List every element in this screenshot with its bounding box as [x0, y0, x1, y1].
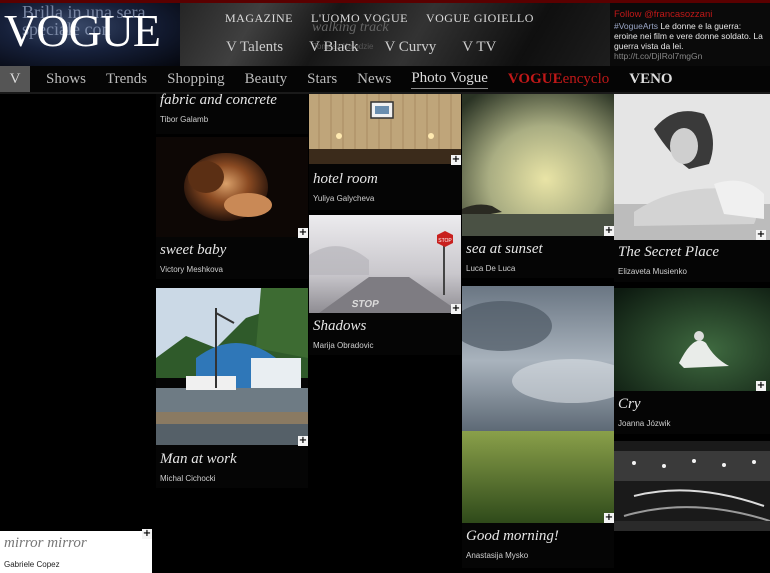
- photo-image-shadows[interactable]: STOP STOP: [309, 215, 461, 313]
- site-header: Brilla in una sera speciale con VOGUE wa…: [0, 0, 770, 94]
- sub-nav-v-tv[interactable]: V TV: [462, 39, 496, 56]
- twitter-link[interactable]: http://t.co/DjIRol7mgGn: [614, 51, 766, 61]
- photo-author[interactable]: Elizaveta Musienko: [618, 267, 687, 276]
- photo-author[interactable]: Joanna Józwik: [618, 419, 670, 428]
- main-nav-stars[interactable]: Stars: [307, 71, 337, 88]
- stop-sign-label: STOP: [438, 238, 452, 244]
- photo-title[interactable]: fabric and concrete: [160, 92, 277, 109]
- add-plus-icon[interactable]: +: [451, 155, 461, 165]
- photo-card[interactable]: [614, 441, 770, 531]
- encyclo-bold-label: VOGUE: [507, 70, 563, 87]
- photo-image-the-secret-place[interactable]: [614, 94, 770, 240]
- photo-author[interactable]: Michal Cichocki: [160, 474, 216, 483]
- top-nav-vogue-gioiello[interactable]: VOGUE GIOIELLO: [426, 11, 534, 26]
- photo-title[interactable]: Good morning!: [466, 528, 559, 545]
- photo-card[interactable]: + hotel room Yuliya Galycheva: [309, 94, 461, 210]
- add-plus-icon[interactable]: +: [142, 529, 152, 539]
- photo-card[interactable]: + sweet baby Victory Meshkova: [156, 137, 308, 279]
- photo-card[interactable]: fabric and concrete Tibor Galamb: [156, 92, 308, 134]
- main-nav-shopping[interactable]: Shopping: [167, 71, 225, 88]
- main-nav-news[interactable]: News: [357, 71, 391, 88]
- photo-title[interactable]: The Secret Place: [618, 244, 719, 261]
- photo-image-sweet-baby[interactable]: [156, 137, 308, 237]
- photo-image-mirror-mirror[interactable]: [614, 441, 770, 531]
- add-plus-icon[interactable]: +: [298, 228, 308, 238]
- photo-card[interactable]: + Cry Joanna Józwik: [614, 288, 770, 434]
- add-plus-icon[interactable]: +: [604, 226, 614, 236]
- photo-author[interactable]: Tibor Galamb: [160, 115, 208, 124]
- main-nav-beauty[interactable]: Beauty: [245, 71, 288, 88]
- main-nav-vogue-encyclo[interactable]: VOGUEencyclo: [508, 71, 609, 88]
- photo-title[interactable]: Cry: [618, 396, 641, 413]
- photo-title[interactable]: Man at work: [160, 451, 237, 468]
- main-nav-v-home[interactable]: V: [0, 66, 30, 92]
- sub-nav-v-black[interactable]: V Black: [309, 39, 358, 56]
- twitter-follow-link[interactable]: Follow @francasozzani: [614, 10, 766, 20]
- sub-nav-v-curvy[interactable]: V Curvy: [384, 39, 436, 56]
- add-plus-icon[interactable]: +: [756, 230, 766, 240]
- add-plus-icon[interactable]: +: [298, 436, 308, 446]
- photo-card[interactable]: STOP STOP + Shadows Marija Obradovic: [309, 215, 461, 355]
- main-nav-veno[interactable]: VENO: [629, 71, 672, 88]
- add-plus-icon[interactable]: +: [604, 513, 614, 523]
- photo-author[interactable]: Anastasija Mysko: [466, 551, 528, 560]
- main-nav-trends[interactable]: Trends: [106, 71, 147, 88]
- photo-author[interactable]: Victory Meshkova: [160, 265, 223, 274]
- road-marking-text: STOP: [351, 299, 380, 310]
- photo-image-sea-at-sunset[interactable]: [462, 94, 614, 236]
- add-plus-icon[interactable]: +: [451, 304, 461, 314]
- photo-image-hotel-room[interactable]: [309, 94, 461, 164]
- photo-author[interactable]: Gabriele Copez: [4, 560, 60, 569]
- twitter-feed: Follow @francasozzani #VogueArts Le donn…: [614, 10, 766, 62]
- main-nav-photo-vogue[interactable]: Photo Vogue: [411, 70, 488, 89]
- photo-title[interactable]: hotel room: [313, 171, 378, 188]
- photo-card[interactable]: + sea at sunset Luca De Luca: [462, 94, 614, 278]
- photo-image-man-at-work[interactable]: [156, 288, 308, 445]
- twitter-hashtag[interactable]: #VogueArts: [614, 21, 658, 31]
- photo-image-cry[interactable]: [614, 288, 770, 391]
- photo-title[interactable]: sea at sunset: [466, 241, 543, 258]
- top-nav-luomo-vogue[interactable]: L'UOMO VOGUE: [311, 11, 408, 26]
- photo-card[interactable]: + The Secret Place Elizaveta Musienko: [614, 94, 770, 282]
- photo-author[interactable]: Yuliya Galycheva: [313, 194, 374, 203]
- main-nav: V Shows Trends Shopping Beauty Stars New…: [0, 66, 770, 92]
- photo-title[interactable]: Shadows: [313, 318, 366, 335]
- sub-nav-v-talents[interactable]: V Talents: [226, 39, 283, 56]
- photo-card[interactable]: + Man at work Michal Cichocki: [156, 288, 308, 488]
- photo-card[interactable]: + Good morning! Anastasija Mysko: [462, 286, 614, 568]
- photo-author[interactable]: Marija Obradovic: [313, 341, 373, 350]
- header-banner-image: [180, 0, 610, 66]
- sub-nav: V Talents V Black V Curvy V TV: [226, 39, 496, 56]
- photo-title[interactable]: sweet baby: [160, 242, 226, 259]
- top-nav: MAGAZINE L'UOMO VOGUE VOGUE GIOIELLO: [225, 11, 534, 26]
- add-plus-icon[interactable]: +: [756, 381, 766, 391]
- photo-image-good-morning[interactable]: [462, 286, 614, 523]
- main-nav-shows[interactable]: Shows: [46, 71, 86, 88]
- vogue-logo[interactable]: VOGUE: [4, 8, 161, 54]
- photo-author[interactable]: Luca De Luca: [466, 264, 515, 273]
- encyclo-rest-label: encyclo: [562, 70, 610, 87]
- top-nav-magazine[interactable]: MAGAZINE: [225, 11, 293, 26]
- photo-title[interactable]: mirror mirror: [4, 535, 87, 552]
- photo-caption-band[interactable]: mirror mirror Gabriele Copez +: [0, 529, 152, 573]
